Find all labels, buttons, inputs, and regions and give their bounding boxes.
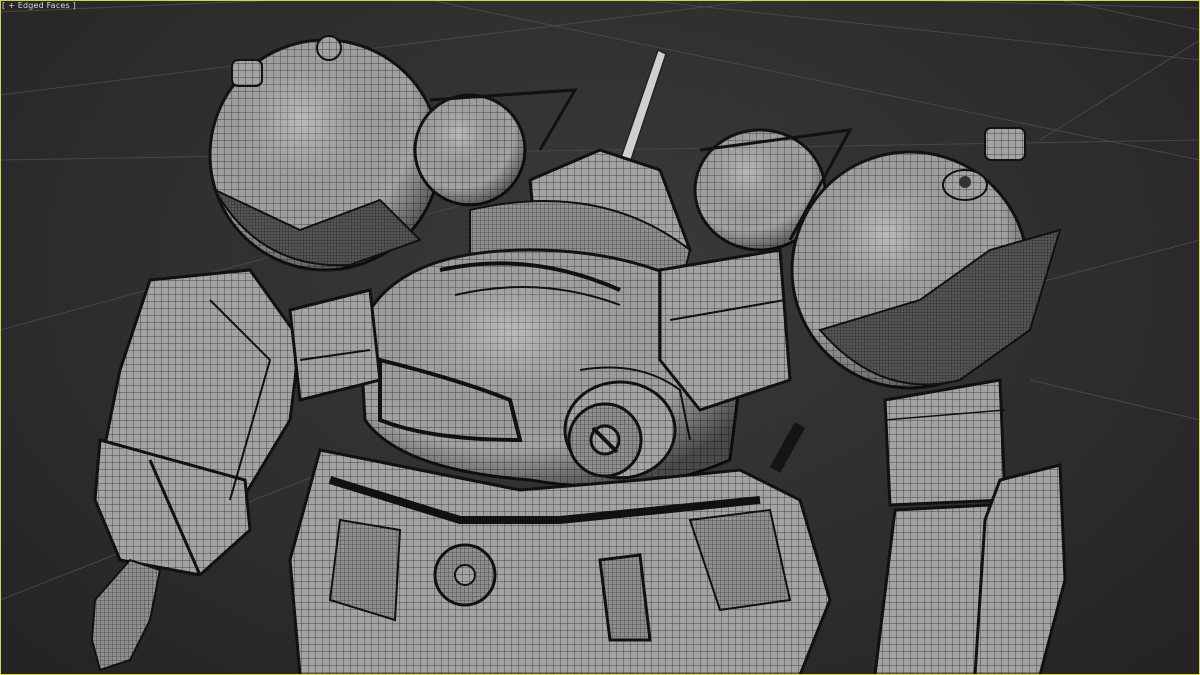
right-shoulder-sphere	[790, 127, 1062, 390]
viewport-label-menu[interactable]: [ + Edged Faces ]	[2, 1, 76, 10]
viewport-scene[interactable]	[0, 0, 1200, 675]
left-shoulder-sphere	[208, 35, 442, 272]
hip-gun-barrel	[769, 422, 806, 473]
left-arm	[93, 268, 302, 577]
left-hand	[90, 558, 162, 672]
right-upper-arm	[883, 378, 1007, 507]
shoulder-armor-right	[658, 248, 792, 412]
shoulder-armor-left	[288, 288, 382, 402]
3d-viewport[interactable]: [ + Edged Faces ]	[0, 0, 1200, 675]
